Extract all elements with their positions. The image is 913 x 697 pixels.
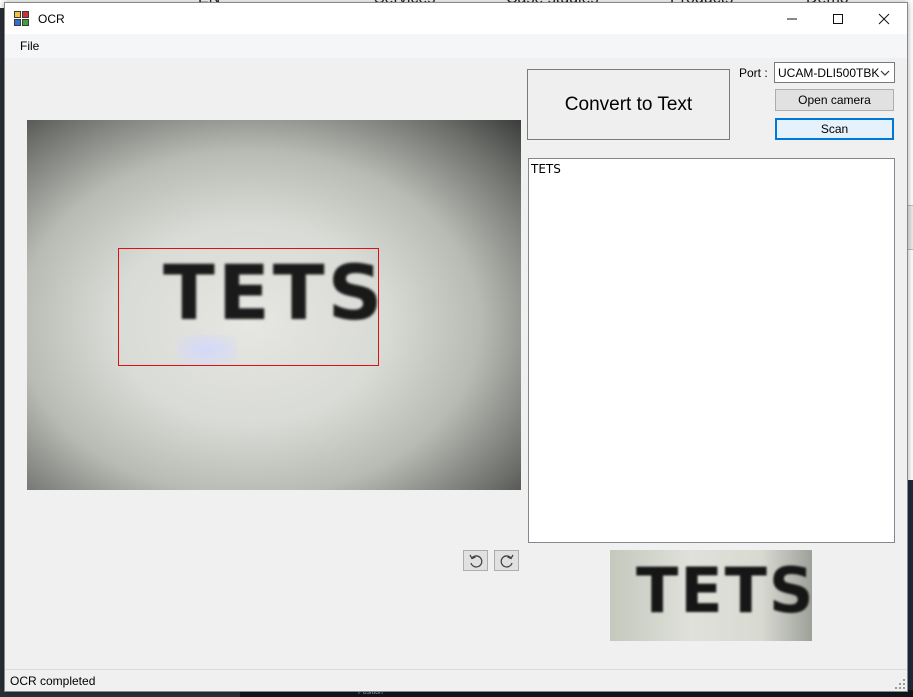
rotate-left-icon — [468, 554, 482, 568]
minimize-button[interactable] — [769, 3, 815, 34]
rotate-right-button[interactable] — [494, 550, 519, 571]
menu-bar: File — [5, 34, 907, 58]
menu-file[interactable]: File — [15, 37, 44, 55]
cropped-preview: TETS — [610, 550, 812, 641]
preview-text: TETS — [636, 554, 812, 627]
port-dropdown[interactable]: UCAM-DLI500TBK — [774, 62, 895, 83]
resize-grip-icon[interactable] — [895, 679, 905, 689]
ocr-window: OCR File TETS Convert to Text Port : UCA… — [4, 2, 908, 692]
status-bar: OCR completed — [5, 669, 907, 691]
window-controls — [769, 3, 907, 34]
minimize-icon — [787, 18, 797, 19]
selection-box[interactable] — [118, 248, 379, 366]
port-label: Port : — [739, 66, 768, 80]
status-text: OCR completed — [10, 674, 96, 688]
app-icon — [14, 10, 30, 27]
scan-button[interactable]: Scan — [775, 118, 894, 140]
port-selected-value: UCAM-DLI500TBK — [778, 65, 880, 80]
ocr-result-textbox[interactable]: TETS — [528, 158, 895, 543]
camera-view[interactable]: TETS — [27, 120, 521, 490]
maximize-button[interactable] — [815, 3, 861, 34]
convert-to-text-button[interactable]: Convert to Text — [527, 69, 730, 140]
window-title: OCR — [38, 11, 65, 26]
chevron-down-icon — [880, 70, 890, 76]
close-icon — [878, 13, 890, 24]
maximize-icon — [833, 13, 843, 24]
rotate-right-icon — [500, 554, 514, 568]
title-bar[interactable]: OCR — [5, 3, 907, 34]
close-button[interactable] — [861, 3, 907, 34]
open-camera-button[interactable]: Open camera — [775, 89, 894, 111]
rotate-left-button[interactable] — [463, 550, 488, 571]
